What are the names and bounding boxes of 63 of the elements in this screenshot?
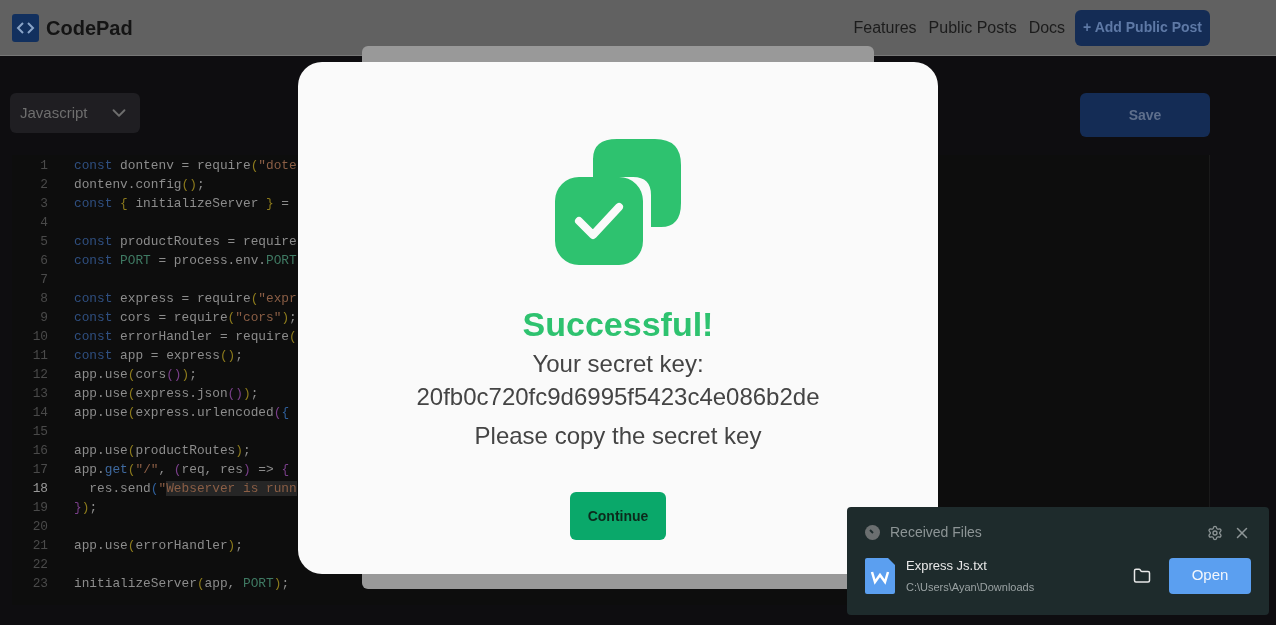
line-number: 2 [39,175,48,194]
success-title: Successful! [522,304,714,345]
code-line: const PORT = process.env.PORT [74,251,297,270]
nav-link[interactable]: Features [853,15,917,40]
file-path: C:\Users\Ayan\Downloads [906,579,1035,595]
line-number: 23 [31,574,48,593]
nav-link[interactable]: Docs [1028,15,1066,40]
file-name: Express Js.txt [906,557,988,575]
code-line: const { initializeServer } = [74,194,290,213]
line-number: 5 [39,232,48,251]
logo-text: CodePad [46,15,133,41]
add-public-post-button[interactable]: + Add Public Post [1075,9,1210,46]
code-line: const express = require("expr [74,289,297,308]
secret-key-label: Your secret key: [532,349,704,379]
line-number: 1 [39,156,48,175]
secret-key-text: 20fb0c720fc9d6995f5423c4e086b2de [416,382,820,412]
line-number: 10 [31,327,48,346]
line-number: 16 [31,441,48,460]
code-line: app.use(errorHandler); [74,536,243,555]
code-line: const app = express(); [74,346,243,365]
line-number: 7 [39,270,48,289]
line-number: 12 [31,365,48,384]
line-number: 15 [31,422,48,441]
language-dropdown[interactable]: Javascript [10,93,140,133]
line-number: 13 [31,384,48,403]
code-line: initializeServer(app, PORT); [74,574,290,593]
code-line: const errorHandler = require( [74,327,297,346]
line-number: 18 [31,479,48,498]
line-number: 17 [31,460,48,479]
folder-icon[interactable] [1133,566,1151,585]
code-line: const dontenv = require("dote [74,156,297,175]
line-number: 20 [31,517,48,536]
settings-icon[interactable] [1207,524,1223,541]
save-button[interactable]: Save [1080,93,1210,137]
continue-button[interactable]: Continue [570,492,666,540]
code-line: }); [74,498,98,517]
line-number: 3 [39,194,48,213]
document-icon [865,557,895,594]
line-number: 6 [39,251,48,270]
line-number: 19 [31,498,48,517]
code-line: dontenv.config(); [74,175,205,194]
open-button[interactable]: Open [1169,557,1251,594]
line-number: 14 [31,403,48,422]
code-line: res.send("Webserver is runn [88,479,297,498]
code-line: app.use(express.urlencoded({ [74,403,290,422]
clock-icon [865,525,880,540]
line-number: 11 [31,346,48,365]
code-line: app.use(productRoutes); [74,441,251,460]
copy-instruction: Please copy the secret key [474,421,762,451]
code-logo-icon [12,13,39,42]
nav-link[interactable]: Public Posts [928,15,1017,40]
line-number: 22 [31,555,48,574]
notification-title: Received Files [890,523,982,542]
code-line: app.get("/", (req, res) => { [74,460,290,479]
code-line: const productRoutes = require [74,232,297,251]
code-line: const cors = require("cors"); [74,308,297,327]
success-check-icon [554,139,682,266]
line-number: 9 [39,308,48,327]
line-number: 8 [39,289,48,308]
code-line: app.use(cors()); [74,365,197,384]
line-number: 4 [39,213,48,232]
code-line: app.use(express.json()); [74,384,259,403]
line-number: 21 [31,536,48,555]
